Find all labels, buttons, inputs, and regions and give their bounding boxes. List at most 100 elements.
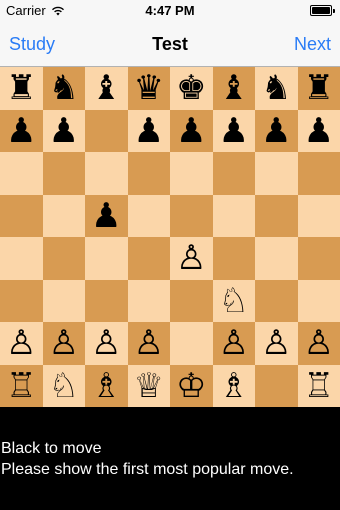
- black-pawn-icon[interactable]: ♟: [219, 114, 249, 148]
- white-pawn-icon[interactable]: ♙: [219, 326, 249, 360]
- square-a2[interactable]: ♙: [0, 322, 43, 365]
- black-pawn-icon[interactable]: ♟: [261, 114, 291, 148]
- square-e2[interactable]: [170, 322, 213, 365]
- square-e6[interactable]: [170, 152, 213, 195]
- square-a5[interactable]: [0, 194, 43, 237]
- white-pawn-icon[interactable]: ♙: [176, 241, 206, 275]
- square-a6[interactable]: [0, 152, 43, 195]
- black-pawn-icon[interactable]: ♟: [304, 114, 334, 148]
- square-c8[interactable]: ♝: [85, 67, 128, 110]
- white-rook-icon[interactable]: ♖: [6, 369, 36, 403]
- square-a7[interactable]: ♟: [0, 109, 43, 152]
- square-a1[interactable]: ♖: [0, 364, 43, 407]
- square-d4[interactable]: [127, 237, 170, 280]
- white-bishop-icon[interactable]: ♗: [219, 369, 249, 403]
- black-rook-icon[interactable]: ♜: [6, 71, 36, 105]
- white-queen-icon[interactable]: ♕: [134, 369, 164, 403]
- black-queen-icon[interactable]: ♛: [134, 71, 164, 105]
- square-h2[interactable]: ♙: [297, 322, 340, 365]
- square-e4[interactable]: ♙: [170, 237, 213, 280]
- square-f4[interactable]: [212, 237, 255, 280]
- square-h7[interactable]: ♟: [297, 109, 340, 152]
- white-pawn-icon[interactable]: ♙: [91, 326, 121, 360]
- white-pawn-icon[interactable]: ♙: [49, 326, 79, 360]
- square-e8[interactable]: ♚: [170, 67, 213, 110]
- white-rook-icon[interactable]: ♖: [304, 369, 334, 403]
- square-a8[interactable]: ♜: [0, 67, 43, 110]
- square-f8[interactable]: ♝: [212, 67, 255, 110]
- black-bishop-icon[interactable]: ♝: [91, 71, 121, 105]
- black-knight-icon[interactable]: ♞: [261, 71, 291, 105]
- battery-icon: [310, 5, 335, 16]
- square-f3[interactable]: ♘: [212, 279, 255, 322]
- square-b3[interactable]: [42, 279, 85, 322]
- black-pawn-icon[interactable]: ♟: [49, 114, 79, 148]
- square-c1[interactable]: ♗: [85, 364, 128, 407]
- square-b2[interactable]: ♙: [42, 322, 85, 365]
- square-c5[interactable]: ♟: [85, 194, 128, 237]
- square-a4[interactable]: [0, 237, 43, 280]
- square-g1[interactable]: [255, 364, 298, 407]
- square-d3[interactable]: [127, 279, 170, 322]
- black-pawn-icon[interactable]: ♟: [176, 114, 206, 148]
- black-pawn-icon[interactable]: ♟: [91, 199, 121, 233]
- next-button[interactable]: Next: [294, 34, 331, 55]
- square-d5[interactable]: [127, 194, 170, 237]
- square-d2[interactable]: ♙: [127, 322, 170, 365]
- square-g4[interactable]: [255, 237, 298, 280]
- square-b7[interactable]: ♟: [42, 109, 85, 152]
- white-king-icon[interactable]: ♔: [176, 369, 206, 403]
- black-pawn-icon[interactable]: ♟: [134, 114, 164, 148]
- square-b5[interactable]: [42, 194, 85, 237]
- white-pawn-icon[interactable]: ♙: [261, 326, 291, 360]
- black-bishop-icon[interactable]: ♝: [219, 71, 249, 105]
- square-e7[interactable]: ♟: [170, 109, 213, 152]
- square-c4[interactable]: [85, 237, 128, 280]
- square-g6[interactable]: [255, 152, 298, 195]
- square-d7[interactable]: ♟: [127, 109, 170, 152]
- black-rook-icon[interactable]: ♜: [304, 71, 334, 105]
- square-c3[interactable]: [85, 279, 128, 322]
- square-g5[interactable]: [255, 194, 298, 237]
- square-f6[interactable]: [212, 152, 255, 195]
- square-f1[interactable]: ♗: [212, 364, 255, 407]
- square-g2[interactable]: ♙: [255, 322, 298, 365]
- chess-board[interactable]: ♜ ♞ ♝ ♛ ♚ ♝ ♞ ♜ ♟ ♟ ♟ ♟ ♟ ♟ ♟ ♟ ♙ ♘ ♙ ♙ ♙ ♙ ♙ ♙ ♙ ♖ ♘ ♗ ♕ ♔ ♗ ♖: [0, 67, 340, 407]
- white-knight-icon[interactable]: ♘: [49, 369, 79, 403]
- square-g8[interactable]: ♞: [255, 67, 298, 110]
- square-a3[interactable]: [0, 279, 43, 322]
- square-d6[interactable]: [127, 152, 170, 195]
- square-f7[interactable]: ♟: [212, 109, 255, 152]
- square-h6[interactable]: [297, 152, 340, 195]
- square-g3[interactable]: [255, 279, 298, 322]
- square-c2[interactable]: ♙: [85, 322, 128, 365]
- square-b4[interactable]: [42, 237, 85, 280]
- black-pawn-icon[interactable]: ♟: [6, 114, 36, 148]
- black-king-icon[interactable]: ♚: [176, 71, 206, 105]
- square-b8[interactable]: ♞: [42, 67, 85, 110]
- square-h8[interactable]: ♜: [297, 67, 340, 110]
- square-f5[interactable]: [212, 194, 255, 237]
- white-pawn-icon[interactable]: ♙: [6, 326, 36, 360]
- square-h5[interactable]: [297, 194, 340, 237]
- white-pawn-icon[interactable]: ♙: [134, 326, 164, 360]
- square-b1[interactable]: ♘: [42, 364, 85, 407]
- square-e5[interactable]: [170, 194, 213, 237]
- square-c6[interactable]: [85, 152, 128, 195]
- prompt-panel: Black to move Please show the first most…: [0, 407, 340, 510]
- square-c7[interactable]: [85, 109, 128, 152]
- square-h1[interactable]: ♖: [297, 364, 340, 407]
- square-g7[interactable]: ♟: [255, 109, 298, 152]
- square-d8[interactable]: ♛: [127, 67, 170, 110]
- square-h3[interactable]: [297, 279, 340, 322]
- square-h4[interactable]: [297, 237, 340, 280]
- white-bishop-icon[interactable]: ♗: [91, 369, 121, 403]
- white-pawn-icon[interactable]: ♙: [304, 326, 334, 360]
- white-knight-icon[interactable]: ♘: [219, 284, 249, 318]
- square-b6[interactable]: [42, 152, 85, 195]
- square-d1[interactable]: ♕: [127, 364, 170, 407]
- black-knight-icon[interactable]: ♞: [49, 71, 79, 105]
- square-f2[interactable]: ♙: [212, 322, 255, 365]
- square-e3[interactable]: [170, 279, 213, 322]
- square-e1[interactable]: ♔: [170, 364, 213, 407]
